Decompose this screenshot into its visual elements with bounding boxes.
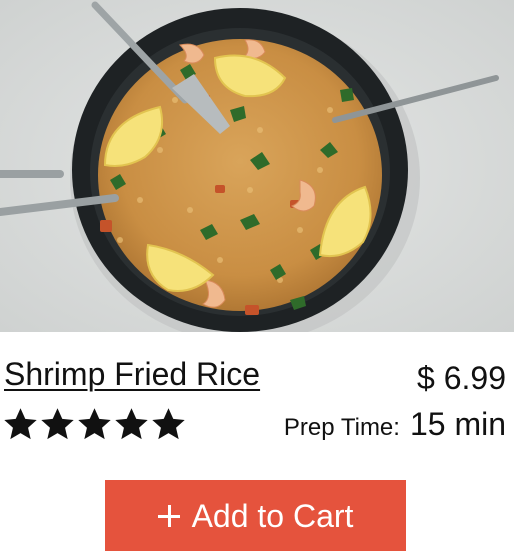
prep-time-value: 15 min: [409, 406, 506, 442]
star-icon: [4, 408, 37, 440]
product-card: Shrimp Fried Rice $ 6.99 Prep Time: 15 m…: [0, 0, 514, 552]
product-title[interactable]: Shrimp Fried Rice: [4, 354, 260, 394]
plus-icon: [157, 504, 180, 527]
star-icon: [115, 408, 148, 440]
prep-time: Prep Time: 15 min: [284, 404, 506, 448]
add-to-cart-label: Add to Cart: [191, 497, 354, 534]
product-price: $ 6.99: [417, 360, 506, 396]
star-rating: [2, 404, 187, 444]
add-to-cart-button[interactable]: Add to Cart: [105, 480, 406, 551]
prep-time-label: Prep Time:: [283, 414, 400, 441]
star-icon: [41, 408, 74, 440]
star-icon: [152, 408, 185, 440]
food-photo[interactable]: [0, 0, 514, 332]
star-icon: [78, 408, 111, 440]
